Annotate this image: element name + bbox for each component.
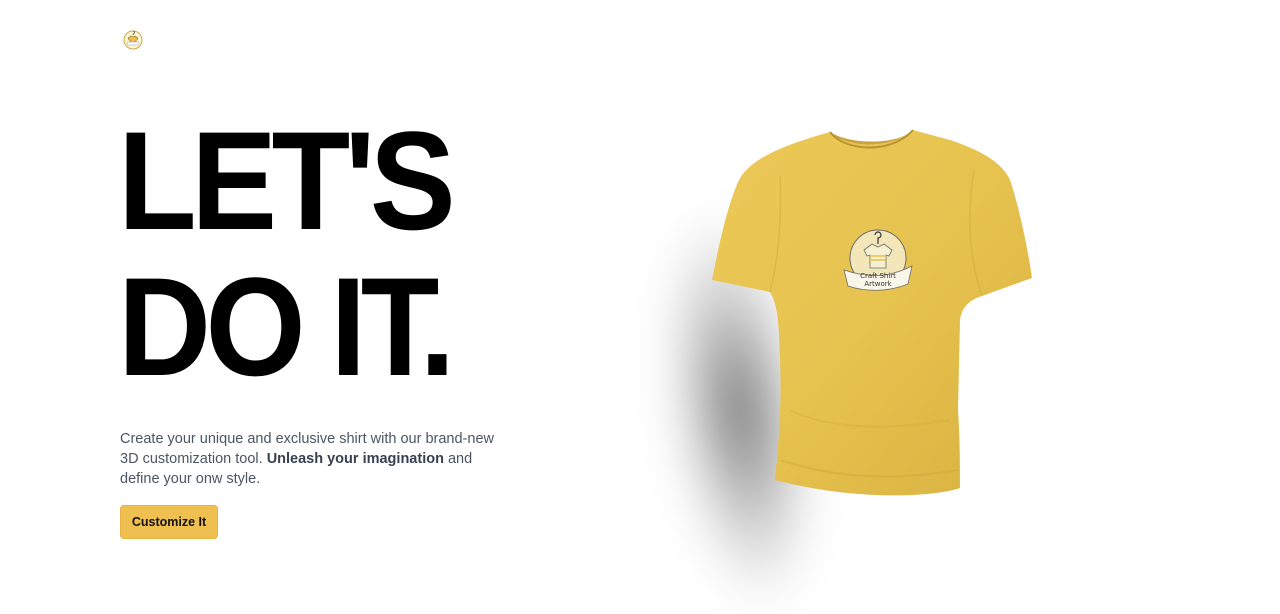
shirt-logo-line2: Artwork — [864, 280, 892, 288]
hero-description: Create your unique and exclusive shirt w… — [120, 429, 500, 489]
hero-headline: LET'S DO IT. — [118, 108, 538, 400]
customize-it-button[interactable]: Customize It — [120, 505, 218, 539]
headline-line-2: DO IT. — [118, 248, 455, 405]
logo-icon[interactable] — [122, 28, 144, 50]
headline-line-1: LET'S — [118, 102, 456, 259]
shirt-3d-preview[interactable]: Craft Shirt Artwork — [630, 110, 1070, 614]
description-emphasis: Unleash your imagination — [266, 451, 444, 467]
shirt-logo-line1: Craft Shirt — [860, 272, 896, 280]
